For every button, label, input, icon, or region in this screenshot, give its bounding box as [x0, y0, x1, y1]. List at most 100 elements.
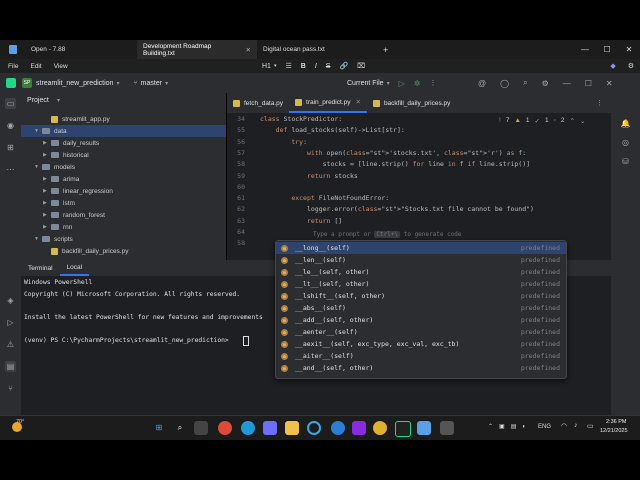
completion-item[interactable]: m __aiter__(self) predefined — [276, 350, 566, 362]
chrome-icon[interactable] — [218, 421, 232, 435]
start-icon[interactable]: ⊞ — [152, 421, 166, 435]
project-panel-title[interactable]: Project — [27, 97, 49, 104]
completion-item[interactable]: m __long__(self) predefined — [276, 242, 566, 254]
notifications-icon[interactable]: 🔔 — [620, 118, 631, 129]
account-icon[interactable]: ◯ — [500, 79, 509, 88]
heading-dropdown[interactable]: H1 — [262, 63, 271, 70]
chevron-right-icon[interactable]: ▶ — [43, 152, 51, 158]
completion-item[interactable]: m __le__(self, other) predefined — [276, 266, 566, 278]
tree-item[interactable]: ▶ linear_regression — [21, 185, 226, 197]
project-tool-icon[interactable]: ▭ — [5, 98, 16, 109]
run-icon[interactable]: ▷ — [399, 79, 405, 88]
project-selector[interactable]: streamlit_new_prediction — [36, 80, 113, 87]
app-icon-d[interactable] — [440, 421, 454, 435]
close-window-button[interactable]: ✕ — [618, 40, 640, 59]
new-tab-button[interactable]: + — [383, 45, 388, 55]
pycharm-taskbar-icon[interactable] — [395, 421, 411, 437]
search-icon[interactable]: ⌕ — [523, 78, 527, 88]
clock-time[interactable]: 2:36 PM — [606, 419, 626, 425]
chevron-down-icon[interactable]: ▼ — [34, 236, 42, 242]
git-tool-icon[interactable]: ⑂ — [5, 383, 16, 394]
menu-edit[interactable]: Edit — [24, 63, 47, 70]
completion-item[interactable]: m __len__(self) predefined — [276, 254, 566, 266]
list-icon[interactable]: ☰ — [285, 62, 291, 70]
battery-icon[interactable]: ▭ — [587, 422, 594, 430]
tree-item[interactable]: backfill_daily_prices.py — [21, 245, 226, 257]
editor-tab-train-predict[interactable]: train_predict.py ✕ — [289, 93, 367, 113]
task-view-icon[interactable] — [194, 421, 208, 435]
maximize-button[interactable]: ☐ — [596, 40, 618, 59]
italic-button[interactable]: I — [315, 63, 317, 70]
more-tools-icon[interactable]: ⋯ — [5, 164, 16, 175]
tree-item[interactable]: ▼ data — [21, 125, 226, 137]
completion-item[interactable]: m __aenter__(self) predefined — [276, 326, 566, 338]
gear-icon[interactable]: ⚙ — [542, 79, 549, 88]
copilot-icon[interactable]: ◆ — [610, 62, 615, 70]
tree-item[interactable]: streamlit_app.py — [21, 113, 226, 125]
chevron-right-icon[interactable]: ▶ — [43, 200, 51, 206]
completion-item[interactable]: m __lshift__(self, other) predefined — [276, 290, 566, 302]
menu-view[interactable]: View — [48, 63, 74, 70]
tree-item[interactable]: ▶ historical — [21, 149, 226, 161]
more-icon[interactable]: ⋮ — [429, 79, 436, 87]
edge-icon[interactable] — [241, 421, 255, 435]
terminal-tab-local[interactable]: Local — [59, 260, 90, 276]
chevron-down-icon[interactable]: ▼ — [34, 128, 42, 134]
tree-item[interactable]: ▼ models — [21, 161, 226, 173]
tree-item[interactable]: ▶ rnn — [21, 221, 226, 233]
problems-tool-icon[interactable]: ⚠ — [5, 339, 16, 350]
chevron-down-icon[interactable]: ▼ — [34, 164, 42, 170]
editor-tab-fetch-data[interactable]: fetch_data.py — [227, 93, 289, 113]
network-icon[interactable]: ◠ — [561, 422, 567, 430]
run-config-selector[interactable]: Current File — [347, 80, 384, 87]
notepad-tab-roadmap[interactable]: Development Roadmap Building.txt ✕ — [137, 40, 257, 59]
close-icon[interactable]: ✕ — [355, 98, 360, 106]
notepad-tab-digital-ocean[interactable]: Digital ocean pass.txt — [257, 40, 377, 59]
python-console-icon[interactable]: ▷ — [5, 317, 16, 328]
debug-icon[interactable]: ✲ — [414, 79, 421, 88]
notepad-tab-open[interactable]: Open - 7.88 — [25, 40, 137, 59]
gear-icon[interactable]: ⚙ — [628, 62, 634, 70]
ai-assistant-icon[interactable]: @ — [478, 79, 486, 88]
completion-item[interactable]: m __and__(self, other) predefined — [276, 362, 566, 374]
link-icon[interactable]: 🔗 — [339, 62, 348, 70]
database-icon[interactable]: ⛁ — [620, 156, 631, 167]
cortana-icon[interactable] — [307, 421, 321, 435]
minimize-button[interactable]: — — [574, 40, 596, 59]
language-indicator[interactable]: ENG — [538, 424, 551, 430]
store-icon[interactable] — [263, 421, 277, 435]
ai-chat-icon[interactable]: ◎ — [620, 137, 631, 148]
app-icon-b[interactable] — [352, 421, 366, 435]
strikethrough-button[interactable]: S — [326, 63, 331, 70]
search-icon[interactable]: ⌕ — [173, 421, 187, 435]
more-tabs-icon[interactable]: ⋮ — [596, 99, 603, 107]
completion-item[interactable]: m __lt__(self, other) predefined — [276, 278, 566, 290]
chevron-right-icon[interactable]: ▶ — [43, 176, 51, 182]
chevron-right-icon[interactable]: ▶ — [43, 224, 51, 230]
tree-item[interactable]: ▼ scripts — [21, 233, 226, 245]
chevron-right-icon[interactable]: ▶ — [43, 140, 51, 146]
editor-tab-backfill[interactable]: backfill_daily_prices.py — [367, 93, 456, 113]
app-icon-c[interactable] — [373, 421, 387, 435]
tree-item[interactable]: ▶ random_forest — [21, 209, 226, 221]
close-icon[interactable]: ✕ — [246, 46, 251, 54]
python-packages-icon[interactable]: ◈ — [5, 295, 16, 306]
completion-item[interactable]: m __abs__(self) predefined — [276, 302, 566, 314]
minimize-button[interactable]: — — [563, 79, 571, 88]
app-icon-a[interactable] — [331, 421, 345, 435]
structure-tool-icon[interactable]: ⊞ — [5, 142, 16, 153]
volume-icon[interactable]: ♪ — [574, 422, 578, 429]
branch-selector[interactable]: master — [141, 80, 162, 87]
clock-date[interactable]: 12/21/2025 — [600, 428, 628, 434]
maximize-button[interactable]: ☐ — [585, 79, 592, 88]
close-window-button[interactable]: ✕ — [606, 79, 613, 88]
tree-item[interactable]: ▶ lstm — [21, 197, 226, 209]
chevron-right-icon[interactable]: ▶ — [43, 188, 51, 194]
chevron-right-icon[interactable]: ▶ — [43, 212, 51, 218]
notepad-taskbar-icon[interactable] — [417, 421, 431, 435]
tree-item[interactable]: ▶ arima — [21, 173, 226, 185]
tree-item[interactable]: ▶ daily_results — [21, 137, 226, 149]
bold-button[interactable]: B — [301, 63, 306, 70]
commit-tool-icon[interactable]: ◉ — [5, 120, 16, 131]
terminal-title[interactable]: Terminal — [21, 260, 60, 276]
